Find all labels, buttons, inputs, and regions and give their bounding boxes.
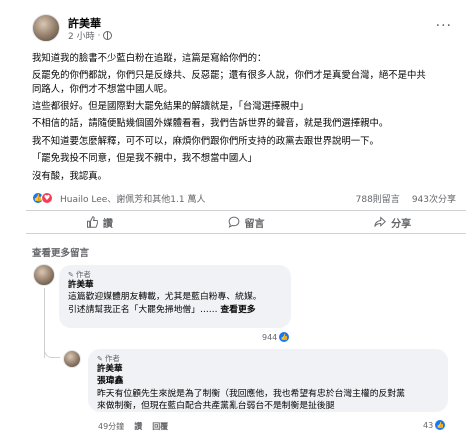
comment-bubble: ✎ 作者 許美華 這篇歡迎媒體朋友轉載，尤其是藍白粉專、統媒。 引述請幫我正名「… [59,265,291,328]
post-paragraph: 反罷免的你們都說，你們只是反綠共、反惡罷；還有很多人說，你們才是真愛台灣，絕不是… [32,70,426,95]
like-reaction-icon: 👍 [279,332,290,342]
see-more-link[interactable]: 查看更多 [220,305,255,315]
post-paragraph: 這些都很好。但是國際對大罷免結果的解讀就是，「台灣選擇親中」 [32,100,309,112]
love-reaction-icon: ♥ [41,192,53,204]
reply-actions: 49分鐘 讚 回覆 [98,421,168,432]
post-paragraph: 不相信的話，請隨便點幾個國外媒體看看，我們告訴世界的聲音，就是我們選擇親中。 [32,118,389,130]
comment-icon [228,216,239,228]
comment-text: 這篇歡迎媒體朋友轉載，尤其是藍白粉專、統媒。 [68,292,262,302]
reactions-bar: 👍 ♥ Huailo Lee、謝佩芳和其他1.1 萬人 788則留言 943次分… [32,190,462,206]
comments-count[interactable]: 788則留言 [356,192,400,205]
reply-time[interactable]: 49分鐘 [98,421,124,432]
more-options-icon[interactable]: ··· [436,18,452,34]
view-more-comments-link[interactable]: 查看更多留言 [32,245,89,259]
mentioned-user[interactable]: 張瑋鑫 [97,375,439,388]
post-paragraph: 沒有酸，我認真。 [32,170,108,182]
reply-author-avatar[interactable] [63,350,81,368]
reply-reply-button[interactable]: 回覆 [152,421,168,432]
post-stats: 788則留言 943次分享 [356,192,456,205]
pencil-icon: ✎ [97,354,103,363]
share-label: 分享 [391,218,412,230]
like-label: 讚 [102,218,113,230]
reaction-names[interactable]: Huailo Lee、謝佩芳和其他1.1 萬人 [60,192,205,205]
author-badge-label: 作者 [104,354,120,363]
post-time[interactable]: 2 小時 [68,29,95,42]
author-badge: ✎ 作者 [68,269,282,280]
author-badge: ✎ 作者 [97,353,439,364]
shares-count[interactable]: 943次分享 [412,192,456,205]
post-paragraph: 「罷免我投不同意，但是我不親中，我不想當中國人」 [32,153,258,165]
thread-elbow [44,346,60,358]
comment-button[interactable]: 留言 [173,211,320,233]
reaction-icons[interactable]: 👍 ♥ [32,192,53,204]
globe-icon [103,31,113,40]
comment-text-line: 引述請幫我正名「大罷免掃地僧」…… [68,304,218,315]
comment-likes-number: 944 [262,332,278,342]
facebook-post: 許美華 2 小時 · ··· 我知道我的臉書不少藍白粉在追蹤，這篇是寫給你們的：… [0,0,476,440]
post-paragraph: 我不知道要怎麼解釋，可不可以，麻煩你們跟你們所支持的政黨去跟世界說明一下。 [32,135,379,147]
comment-author-name[interactable]: 許美華 [68,280,282,291]
post-body: 我知道我的臉書不少藍白粉在追蹤，這篇是寫給你們的： 反罷免的你們都說，你們只是反… [32,52,452,187]
share-button[interactable]: 分享 [319,211,466,233]
post-action-bar: 讚 留言 分享 [26,210,466,234]
comment-text: 引述請幫我正名「大罷免掃地僧」…… 查看更多 [68,304,282,317]
comment-like-count[interactable]: 944 👍 [262,332,290,342]
like-button[interactable]: 讚 [26,211,173,233]
comment-author-avatar[interactable] [33,264,55,286]
reply-text: 昨天有位顧先生來說是為了制衡（我回應他，我也希望有忠於台灣主權的反對黨 [97,388,405,399]
reply-bubble: ✎ 作者 許美華 張瑋鑫 昨天有位顧先生來說是為了制衡（我回應他，我也希望有忠於… [88,349,448,412]
share-icon [374,216,387,227]
reply-text: 來做制衡，但現在藍白配合共產黨亂台弱台不是制衡是扯後腿 [97,401,335,412]
pencil-icon: ✎ [68,270,74,279]
post-paragraph: 我知道我的臉書不少藍白粉在追蹤，這篇是寫給你們的： [32,53,267,64]
like-reaction-icon: 👍 [435,420,446,430]
author-badge-label: 作者 [75,270,91,279]
reply-like-count[interactable]: 43 👍 [423,420,446,430]
reply-like-button[interactable]: 讚 [134,421,142,432]
reply-likes-number: 43 [423,420,434,430]
post-header: 許美華 2 小時 · ··· [32,14,452,44]
comment-label: 留言 [244,218,265,230]
thumbs-up-icon [86,216,98,228]
author-avatar[interactable] [32,14,60,42]
post-meta: 2 小時 · [68,29,113,42]
reply-author-name[interactable]: 許美華 [97,364,439,375]
